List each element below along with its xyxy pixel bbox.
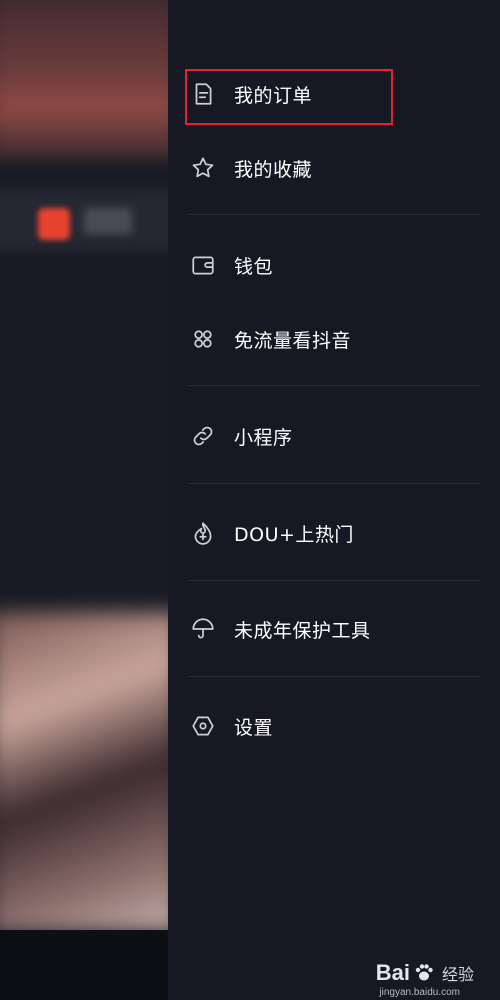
settings-icon: [188, 711, 218, 741]
background-red-icon: [38, 208, 70, 240]
menu-item-my-favorites[interactable]: 我的收藏: [188, 140, 478, 196]
watermark-url: jingyan.baidu.com: [379, 987, 460, 998]
dou-plus-icon: [188, 518, 218, 548]
background-banner: [0, 0, 168, 160]
divider: [188, 385, 480, 386]
menu-item-label: 小程序: [234, 426, 293, 449]
menu-item-label: 设置: [234, 716, 274, 739]
divider: [188, 483, 480, 484]
background-bottom-bar: [0, 930, 168, 1000]
menu-item-label: 钱包: [234, 255, 274, 278]
link-icon: [188, 421, 218, 451]
background-app-blurred[interactable]: [0, 0, 168, 1000]
paw-icon: [415, 964, 433, 981]
menu-item-label: 免流量看抖音: [234, 329, 352, 352]
menu-item-label: DOU+上热门: [234, 523, 354, 546]
side-drawer: 我的订单 我的收藏 钱包 免流量看抖音 小程序 DOU+上热门 未成年保护工具 …: [168, 0, 500, 1000]
divider: [188, 676, 480, 677]
star-icon: [188, 153, 218, 183]
menu-item-settings[interactable]: 设置: [188, 698, 478, 754]
grid-icon: [188, 324, 218, 354]
menu-item-label: 我的收藏: [234, 158, 313, 181]
highlight-box: [185, 69, 393, 125]
umbrella-icon: [188, 614, 218, 644]
watermark-brand-suffix: 经验: [441, 967, 474, 984]
menu-item-mini-programs[interactable]: 小程序: [188, 408, 478, 464]
watermark-brand: Bai: [375, 960, 410, 985]
divider: [188, 214, 480, 215]
menu-item-dou-plus[interactable]: DOU+上热门: [188, 505, 478, 561]
menu-item-free-data[interactable]: 免流量看抖音: [188, 311, 478, 367]
menu-item-minor-protection[interactable]: 未成年保护工具: [188, 601, 478, 657]
background-pill: [84, 208, 132, 234]
background-photo: [0, 612, 168, 932]
menu-item-label: 未成年保护工具: [234, 619, 371, 642]
divider: [188, 580, 480, 581]
menu-item-wallet[interactable]: 钱包: [188, 237, 478, 293]
baidu-jingyan-watermark: Bai 经验: [376, 960, 474, 986]
wallet-icon: [188, 250, 218, 280]
